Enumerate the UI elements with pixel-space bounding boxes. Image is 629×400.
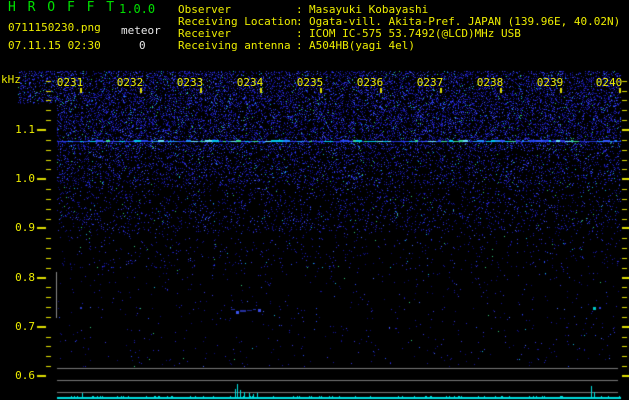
info-colon: :: [296, 39, 303, 52]
freq-label: 0.7: [15, 320, 35, 333]
freq-label: 0.9: [15, 221, 35, 234]
time-label: 0232: [116, 76, 144, 89]
meteor-count-label: meteor: [121, 24, 161, 37]
time-label: 0238: [476, 76, 504, 89]
time-label: 0231: [56, 76, 84, 89]
station-info: Observer: Masayuki Kobayashi Receiving Loc…: [178, 4, 620, 52]
freq-label: 0.6: [15, 369, 35, 382]
time-label: 0235: [296, 76, 324, 89]
freq-label: 1.0: [15, 172, 35, 185]
info-label: Receiving antenna: [178, 39, 291, 52]
time-label: 0240: [595, 76, 623, 89]
time-label: 0237: [416, 76, 444, 89]
time-label: 0234: [236, 76, 264, 89]
filename: 0711150230.png: [8, 21, 101, 34]
info-row: Receiving antenna: A504HB(yagi 4el): [178, 40, 620, 52]
app-version: 1.0.0: [119, 2, 156, 16]
info-value: A504HB(yagi 4el): [309, 39, 415, 52]
time-label: 0236: [356, 76, 384, 89]
app-title: H R O F F T: [8, 0, 117, 15]
meteor-count-value: 0: [139, 39, 146, 52]
spectrogram-canvas: [0, 0, 629, 400]
datetime: 07.11.15 02:30: [8, 39, 101, 52]
freq-label: 1.1: [15, 123, 35, 136]
hrofft-screen: H R O F F T 1.0.0 0711150230.png meteor …: [0, 0, 629, 400]
time-label: 0233: [176, 76, 204, 89]
freq-unit-label: kHz: [1, 73, 21, 86]
freq-label: 0.8: [15, 271, 35, 284]
time-label: 0239: [536, 76, 564, 89]
